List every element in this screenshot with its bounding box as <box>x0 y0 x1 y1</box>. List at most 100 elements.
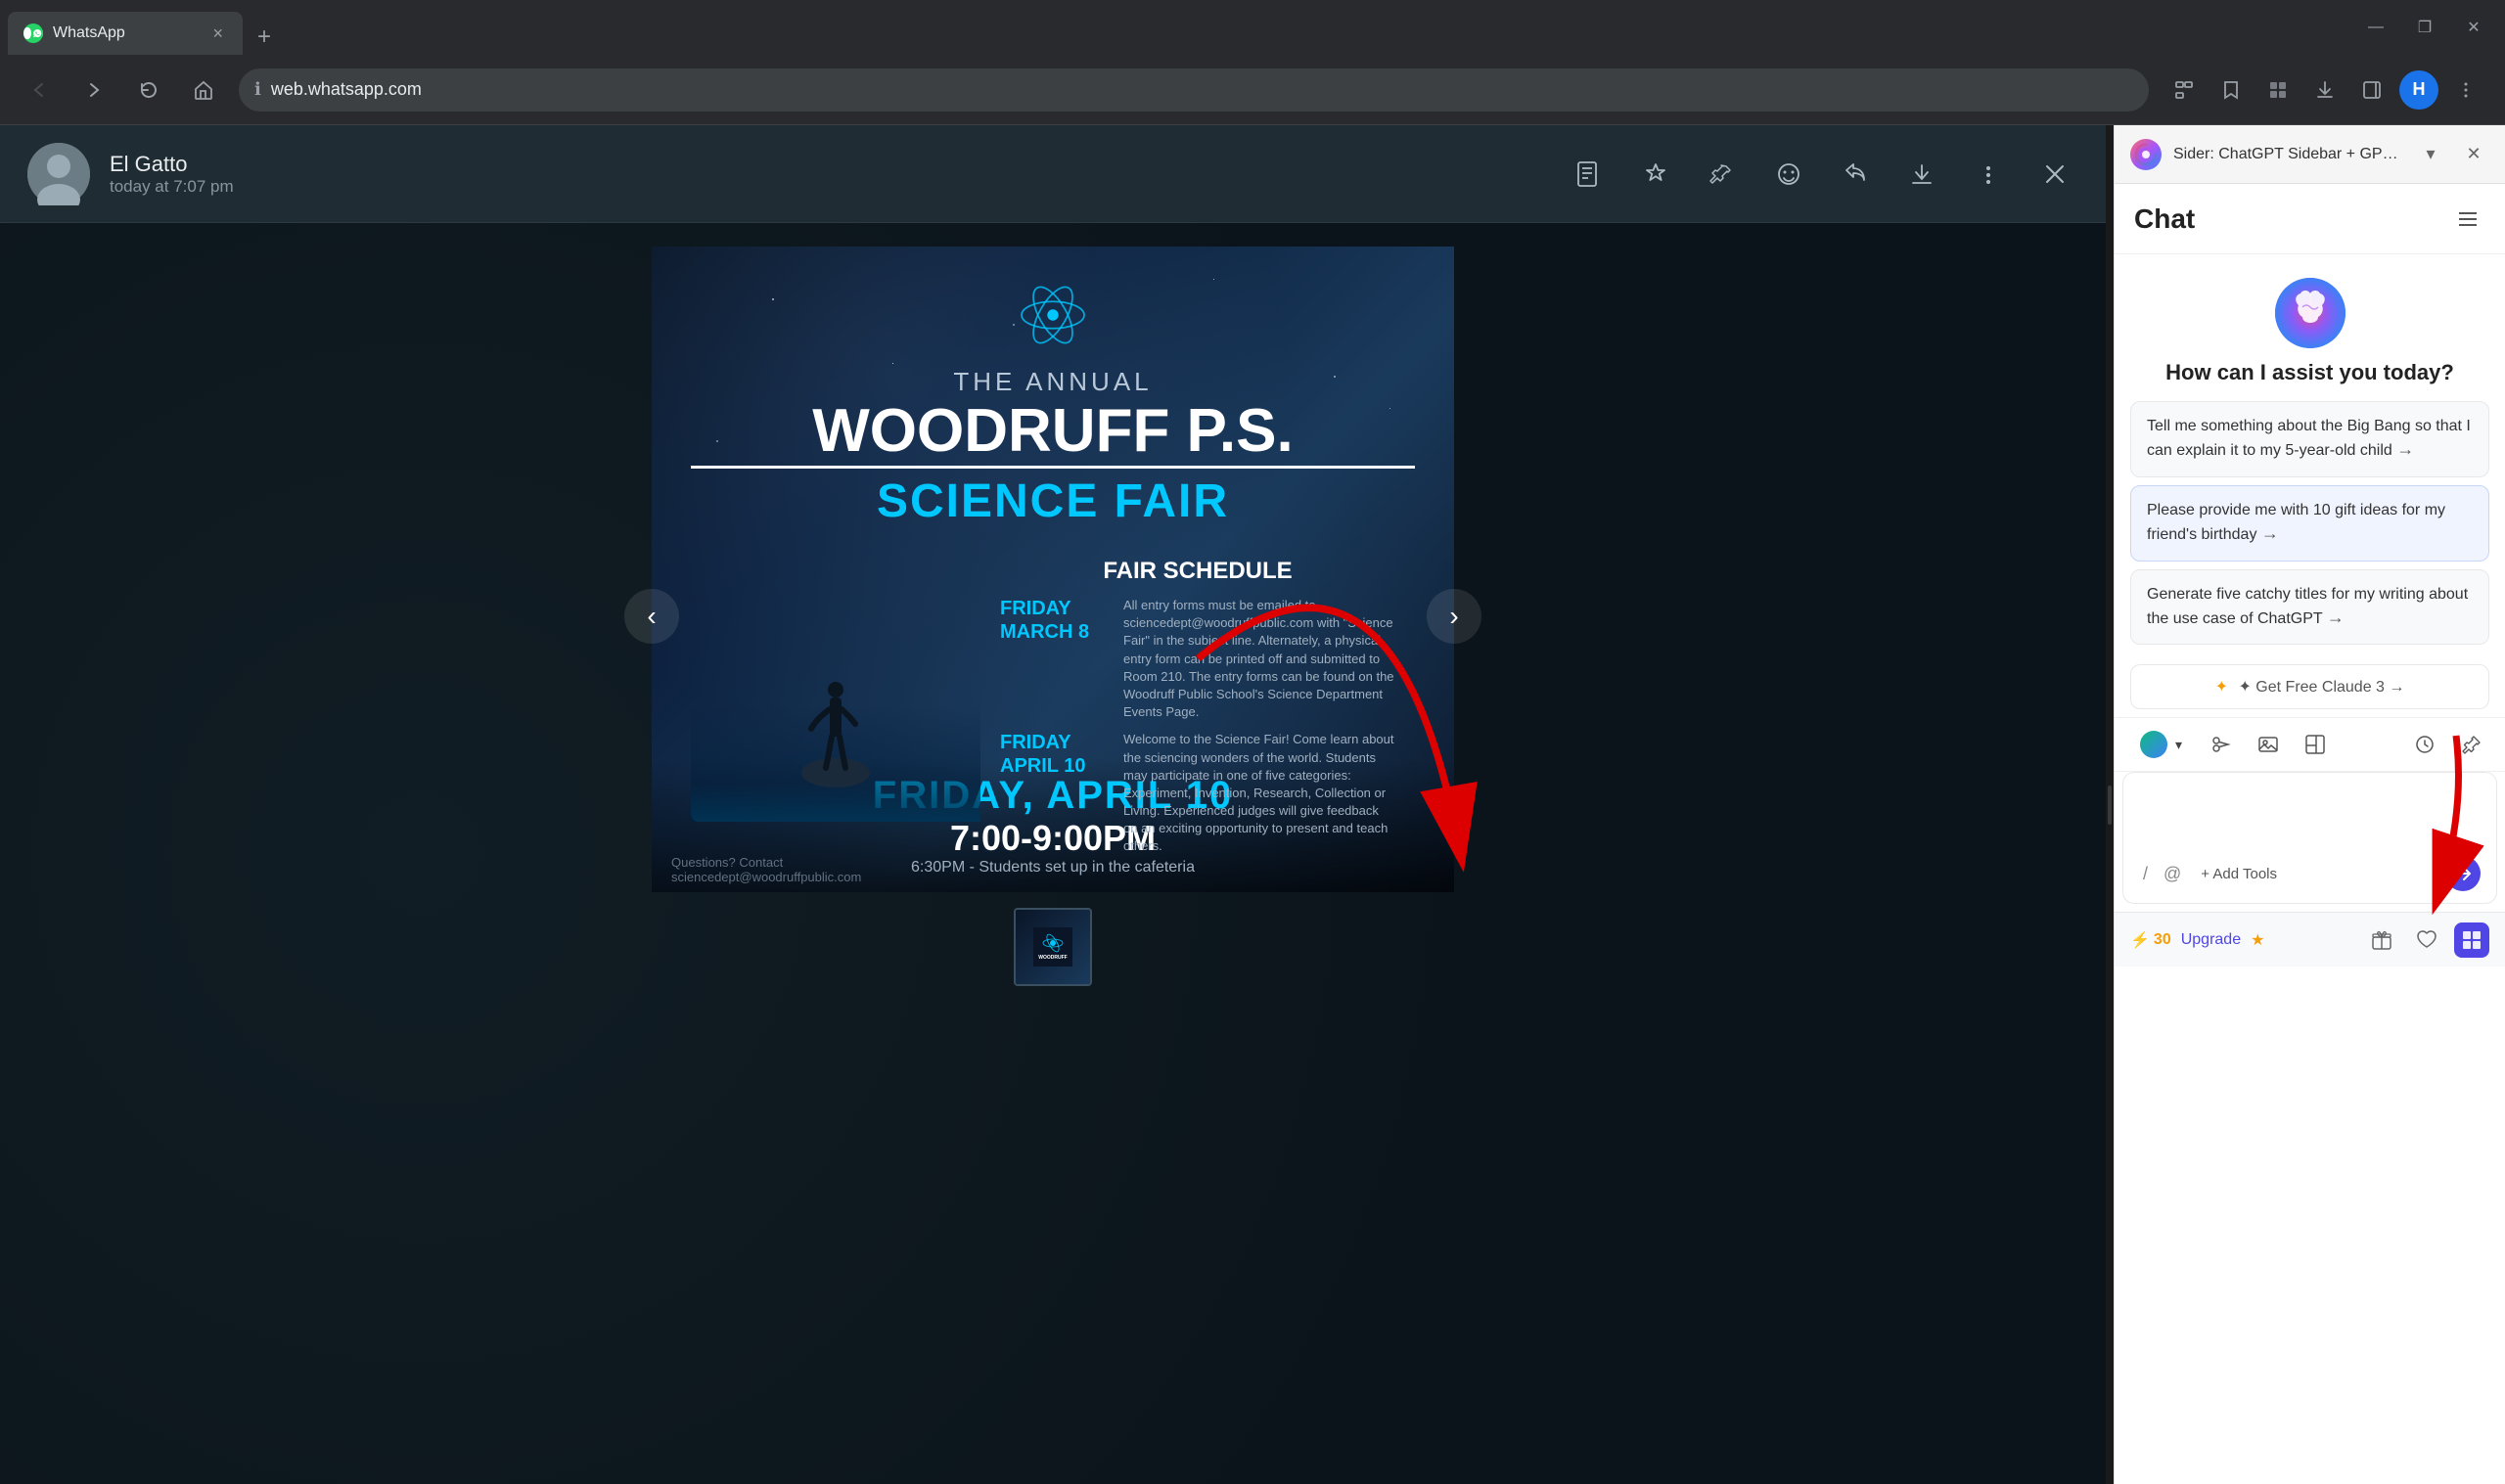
slash-command-button[interactable]: / <box>2139 860 2152 888</box>
chat-panel-menu-button[interactable] <box>2450 202 2485 237</box>
upgrade-button[interactable]: Upgrade <box>2181 931 2241 949</box>
scissors-tool-button[interactable] <box>2204 727 2239 762</box>
share-button[interactable] <box>2164 70 2204 110</box>
science-fair-poster: THE ANNUAL WOODRUFF P.S. SCIENCE FAIR <box>652 247 1454 892</box>
mention-button[interactable]: @ <box>2160 860 2185 888</box>
whatsapp-area: El Gatto today at 7:07 pm <box>0 125 2106 1484</box>
ai-logo-area: How can I assist you today? <box>2115 254 2505 401</box>
sider-panel: Sider: ChatGPT Sidebar + GPTs & GP... ▾ … <box>2114 125 2505 1484</box>
close-button[interactable]: ✕ <box>2450 4 2497 51</box>
back-button[interactable] <box>20 70 59 110</box>
contact-avatar <box>27 143 90 205</box>
send-button[interactable] <box>2445 856 2481 891</box>
bookmark-button[interactable] <box>2211 70 2251 110</box>
search-button[interactable] <box>1566 151 1613 198</box>
puzzle-button[interactable] <box>2454 922 2489 958</box>
contact-info: El Gatto today at 7:07 pm <box>110 152 1546 197</box>
contact-status: today at 7:07 pm <box>110 177 1546 197</box>
tab-bar: WhatsApp × + — ❐ ✕ <box>0 0 2505 55</box>
tab-close-button[interactable]: × <box>208 20 227 48</box>
model-selector[interactable]: ▾ <box>2130 725 2192 764</box>
credits-badge: ⚡ 30 <box>2130 930 2171 950</box>
new-tab-button[interactable]: + <box>247 20 282 55</box>
image-tool-button[interactable] <box>2251 727 2286 762</box>
more-button[interactable] <box>1965 151 2012 198</box>
sider-bottom-bar: ⚡ 30 Upgrade ★ <box>2115 912 2505 967</box>
input-toolbar: / @ + Add Tools <box>2139 848 2481 891</box>
poster-bottom-section: FAIR SCHEDULE FRIDAY MARCH 8 All entry f… <box>691 548 1415 876</box>
add-tools-button[interactable]: + Add Tools <box>2193 862 2285 886</box>
maximize-button[interactable]: ❐ <box>2401 4 2448 51</box>
free-claude-text: ✦ ✦ Get Free Claude 3 → <box>2215 677 2405 697</box>
panel-divider[interactable] <box>2106 125 2114 1484</box>
security-icon: ℹ <box>254 79 261 100</box>
minimize-button[interactable]: — <box>2352 4 2399 51</box>
suggestion-chatgpt-titles[interactable]: Generate five catchy titles for my writi… <box>2130 569 2489 646</box>
chat-panel: Chat <box>2115 184 2505 1484</box>
sider-logo <box>2130 139 2162 170</box>
thumbnail-strip: WOODRUFF <box>652 908 1454 986</box>
home-button[interactable] <box>184 70 223 110</box>
layout-tool-button[interactable] <box>2298 727 2333 762</box>
chat-area[interactable]: ‹ <box>0 223 2106 1484</box>
url-bar[interactable]: ℹ web.whatsapp.com <box>239 68 2149 112</box>
header-actions <box>1566 151 2078 198</box>
poster-annual-text: THE ANNUAL <box>691 367 1415 397</box>
model-arrow-icon: ▾ <box>2175 737 2182 753</box>
suggestion-big-bang[interactable]: Tell me something about the Big Bang so … <box>2130 401 2489 477</box>
download-button[interactable] <box>1898 151 1945 198</box>
poster-atom-icon <box>691 276 1415 359</box>
profile-button[interactable]: H <box>2399 70 2438 110</box>
emoji-button[interactable] <box>1765 151 1812 198</box>
star-button[interactable] <box>1632 151 1679 198</box>
ai-logo <box>2275 278 2346 348</box>
chat-input-container: / @ + Add Tools <box>2122 772 2497 904</box>
schedule-desc-1: All entry forms must be emailed to scien… <box>1123 597 1395 721</box>
suggestion-gift-ideas[interactable]: Please provide me with 10 gift ideas for… <box>2130 485 2489 562</box>
chat-toolbar: ▾ <box>2115 717 2505 772</box>
suggestion-gift-ideas-text: Please provide me with 10 gift ideas for… <box>2147 502 2445 543</box>
sider-title: Sider: ChatGPT Sidebar + GPTs & GP... <box>2173 146 2403 163</box>
poster-figure <box>691 548 980 876</box>
contact-name: El Gatto <box>110 152 1546 177</box>
image-viewer: ‹ <box>652 247 1454 986</box>
suggestions-list: Tell me something about the Big Bang so … <box>2115 401 2505 656</box>
pin-button[interactable] <box>1699 151 1746 198</box>
main-content: El Gatto today at 7:07 pm <box>0 125 2505 1484</box>
downloads-button[interactable] <box>2305 70 2345 110</box>
sider-header: Sider: ChatGPT Sidebar + GPTs & GP... ▾ … <box>2115 125 2505 184</box>
heart-button[interactable] <box>2409 922 2444 958</box>
pin-chat-button[interactable] <box>2454 727 2489 762</box>
schedule-date-2: FRIDAY APRIL 10 <box>1000 731 1108 778</box>
sidebar-toggle-button[interactable] <box>2352 70 2391 110</box>
lightning-icon: ⚡ <box>2130 930 2150 950</box>
schedule-desc-2: Welcome to the Science Fair! Come learn … <box>1123 731 1395 855</box>
suggestion-chatgpt-titles-text: Generate five catchy titles for my writi… <box>2147 586 2468 627</box>
gift-button[interactable] <box>2364 922 2399 958</box>
thumbnail-1[interactable]: WOODRUFF <box>1014 908 1092 986</box>
extensions-button[interactable] <box>2258 70 2298 110</box>
suggestion-big-bang-text: Tell me something about the Big Bang so … <box>2147 418 2471 459</box>
sider-expand-button[interactable]: ▾ <box>2415 139 2446 170</box>
ai-greeting: How can I assist you today? <box>2165 360 2454 385</box>
close-chat-button[interactable] <box>2031 151 2078 198</box>
svg-text:WOODRUFF: WOODRUFF <box>1038 955 1067 961</box>
tab-title: WhatsApp <box>53 24 199 42</box>
schedule-item-1: FRIDAY MARCH 8 All entry forms must be e… <box>1000 597 1395 721</box>
prev-image-button[interactable]: ‹ <box>624 589 679 644</box>
chat-input[interactable] <box>2139 785 2481 843</box>
forward-button[interactable] <box>74 70 114 110</box>
free-claude-banner[interactable]: ✦ ✦ Get Free Claude 3 → <box>2130 664 2489 709</box>
whatsapp-tab[interactable]: WhatsApp × <box>8 12 243 55</box>
schedule-title: FAIR SCHEDULE <box>1000 558 1395 585</box>
schedule-date-1: FRIDAY MARCH 8 <box>1000 597 1108 644</box>
divider-handle <box>2108 786 2112 825</box>
menu-button[interactable] <box>2446 70 2485 110</box>
sider-close-button[interactable]: ✕ <box>2458 139 2489 170</box>
next-image-button[interactable]: › <box>1427 589 1481 644</box>
history-button[interactable] <box>2407 727 2442 762</box>
whatsapp-header: El Gatto today at 7:07 pm <box>0 125 2106 223</box>
credits-count: 30 <box>2154 931 2171 949</box>
reply-button[interactable] <box>1832 151 1879 198</box>
reload-button[interactable] <box>129 70 168 110</box>
